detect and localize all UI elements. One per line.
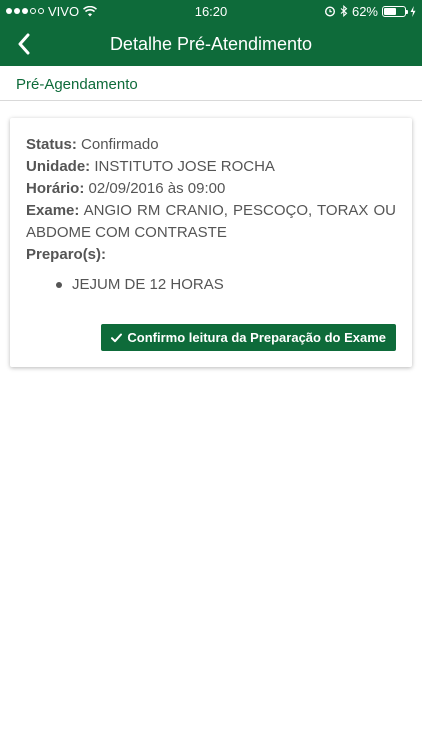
- status-bar: VIVO 16:20 62%: [0, 0, 422, 22]
- charging-icon: [410, 5, 416, 17]
- bluetooth-icon: [340, 5, 348, 17]
- preparo-item-text: JEJUM DE 12 HORAS: [72, 276, 224, 293]
- chevron-left-icon: [18, 33, 30, 55]
- horario-row: Horário: 02/09/2016 às 09:00: [26, 178, 396, 200]
- action-row: Confirmo leitura da Preparação do Exame: [26, 324, 396, 351]
- carrier-label: VIVO: [48, 3, 80, 19]
- preparo-label: Preparo(s):: [26, 246, 107, 263]
- confirm-reading-label: Confirmo leitura da Preparação do Exame: [127, 330, 386, 345]
- section-title: Pré-Agendamento: [16, 76, 138, 93]
- alarm-icon: [324, 6, 335, 17]
- check-icon: [111, 333, 123, 342]
- status-label: Status:: [26, 136, 77, 153]
- status-row: Status: Confirmado: [26, 134, 396, 156]
- horario-label: Horário:: [26, 180, 85, 197]
- horario-value: 02/09/2016 às 09:00: [88, 180, 226, 197]
- battery-icon: [382, 5, 408, 17]
- wifi-icon: [83, 5, 98, 16]
- bullet-icon: [56, 282, 62, 288]
- app-screen: VIVO 16:20 62% Detalhe Pré-Atendimento P…: [0, 0, 422, 750]
- unidade-value: INSTITUTO JOSE ROCHA: [94, 158, 275, 175]
- nav-bar: Detalhe Pré-Atendimento: [0, 22, 422, 66]
- exame-row: Exame: ANGIO RM CRANIO, PESCOÇO, TORAX O…: [26, 200, 396, 244]
- page-title: Detalhe Pré-Atendimento: [109, 33, 313, 54]
- exame-label: Exame:: [26, 202, 80, 219]
- unidade-label: Unidade:: [26, 158, 91, 175]
- unidade-row: Unidade: INSTITUTO JOSE ROCHA: [26, 156, 396, 178]
- top-bar: VIVO 16:20 62% Detalhe Pré-Atendimento: [0, 0, 422, 66]
- signal-icon: [6, 8, 44, 14]
- preparo-row: Preparo(s):: [26, 244, 396, 266]
- section-divider: [0, 100, 422, 101]
- confirm-reading-button[interactable]: Confirmo leitura da Preparação do Exame: [101, 324, 396, 351]
- back-button[interactable]: [4, 22, 44, 66]
- appointment-card: Status: Confirmado Unidade: INSTITUTO JO…: [10, 118, 412, 367]
- battery-percent: 62%: [351, 3, 378, 19]
- status-left: VIVO: [6, 3, 98, 19]
- preparo-list: JEJUM DE 12 HORAS: [26, 266, 396, 304]
- status-right: 62%: [324, 4, 416, 19]
- exame-value: ANGIO RM CRANIO, PESCOÇO, TORAX OU ABDOM…: [26, 202, 396, 241]
- status-value: Confirmado: [81, 136, 159, 153]
- preparo-item: JEJUM DE 12 HORAS: [56, 274, 396, 296]
